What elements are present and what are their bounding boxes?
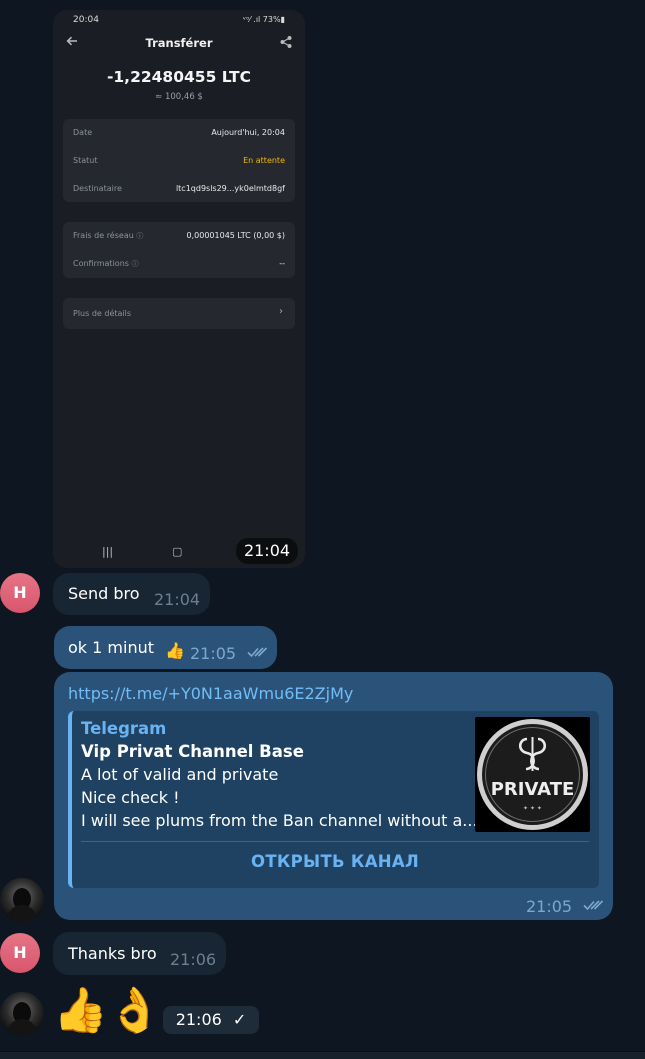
message-time: 21:04 xyxy=(236,538,298,564)
phone-status-icons: ᵛᵒ⁄ .ıl 73%▮ xyxy=(242,15,285,24)
fee-value-confirmations: -- xyxy=(279,259,285,268)
open-channel-button[interactable]: ОТКРЫТЬ КАНАЛ xyxy=(81,852,589,871)
message-text: Send bro xyxy=(68,584,140,603)
home-icon: ▢ xyxy=(172,545,183,558)
hooded-figure-icon xyxy=(6,888,38,922)
more-details-label: Plus de détails xyxy=(73,309,132,318)
detail-label-status: Statut xyxy=(73,156,98,165)
fee-label-network: Frais de réseau ⓘ xyxy=(73,231,144,240)
message-time: 21:06 xyxy=(175,1010,222,1029)
info-icon: ⓘ xyxy=(136,232,144,240)
message-time: 21:05 xyxy=(190,644,237,663)
phone-header-title: Transférer xyxy=(145,36,213,50)
message-time: 21:05 xyxy=(526,897,573,916)
detail-label-date: Date xyxy=(73,128,93,137)
invite-link[interactable]: https://t.me/+Y0N1aaWmu6E2ZjMy xyxy=(68,684,353,703)
detail-value-recipient: ltc1qd9sls29...yk0elmtd8gf xyxy=(175,184,285,193)
message-time-pill: 21:06 ✓ xyxy=(163,1006,259,1034)
reaction-thumbs-up[interactable]: 👍 xyxy=(165,641,185,660)
details-card: Date Aujourd'hui, 20:04 Statut En attent… xyxy=(63,119,295,202)
preview-divider xyxy=(81,841,589,842)
avatar[interactable]: H xyxy=(0,933,40,973)
emoji-thumbs-up[interactable]: 👍 xyxy=(53,986,108,1036)
more-details-row: Plus de détails › xyxy=(63,298,295,329)
thumb-label: PRIVATE xyxy=(490,779,575,800)
fee-label-confirmations: Confirmations ⓘ xyxy=(73,259,139,268)
share-icon xyxy=(280,36,292,48)
emoji-ok-hand[interactable]: 👌 xyxy=(107,986,162,1036)
preview-description-line: I will see plums from the Ban channel wi… xyxy=(81,811,478,830)
message-time: 21:04 xyxy=(154,590,201,609)
preview-description-line: Nice check ! xyxy=(81,788,180,807)
double-check-icon xyxy=(247,647,268,658)
phone-status-time: 20:04 xyxy=(73,15,99,25)
avatar[interactable] xyxy=(0,992,44,1036)
incoming-message[interactable]: Send bro 21:04 xyxy=(53,573,210,615)
avatar[interactable] xyxy=(0,878,44,922)
double-check-icon xyxy=(583,900,604,911)
message-text: ok 1 minut xyxy=(68,638,154,657)
chevron-right-icon: › xyxy=(279,306,283,317)
incoming-message[interactable]: Thanks bro 21:06 xyxy=(53,932,226,975)
fees-card: Frais de réseau ⓘ 0,00001045 LTC (0,00 $… xyxy=(63,222,295,278)
check-icon: ✓ xyxy=(232,1010,247,1029)
message-time: 21:06 xyxy=(170,950,217,969)
composer-edge xyxy=(0,1051,645,1059)
outgoing-message[interactable]: ok 1 minut 👍 21:05 xyxy=(54,626,277,669)
preview-thumbnail[interactable]: PRIVATE ✦ ✦ ✦ xyxy=(475,717,590,832)
message-text: Thanks bro xyxy=(68,944,157,963)
thumb-dots: ✦ ✦ ✦ xyxy=(523,805,542,812)
info-icon: ⓘ xyxy=(131,260,139,268)
screenshot-image[interactable]: 20:04 ᵛᵒ⁄ .ıl 73%▮ Transférer -1,2248045… xyxy=(53,10,305,568)
fee-value-network: 0,00001045 LTC (0,00 $) xyxy=(186,231,285,240)
hooded-figure-icon xyxy=(6,1002,38,1036)
preview-site-name: Telegram xyxy=(81,719,167,738)
recent-apps-icon: ||| xyxy=(102,545,114,558)
avatar[interactable]: H xyxy=(0,573,40,613)
detail-value-status: En attente xyxy=(243,156,285,165)
preview-title: Vip Privat Channel Base xyxy=(81,742,304,761)
detail-value-date: Aujourd'hui, 20:04 xyxy=(211,128,285,137)
preview-description-line: A lot of valid and private xyxy=(81,765,279,784)
detail-label-recipient: Destinataire xyxy=(73,184,122,193)
transfer-approx-value: ≈ 100,46 $ xyxy=(155,92,203,102)
transfer-amount: -1,22480455 LTC xyxy=(106,68,252,86)
private-logo-icon xyxy=(477,719,588,830)
